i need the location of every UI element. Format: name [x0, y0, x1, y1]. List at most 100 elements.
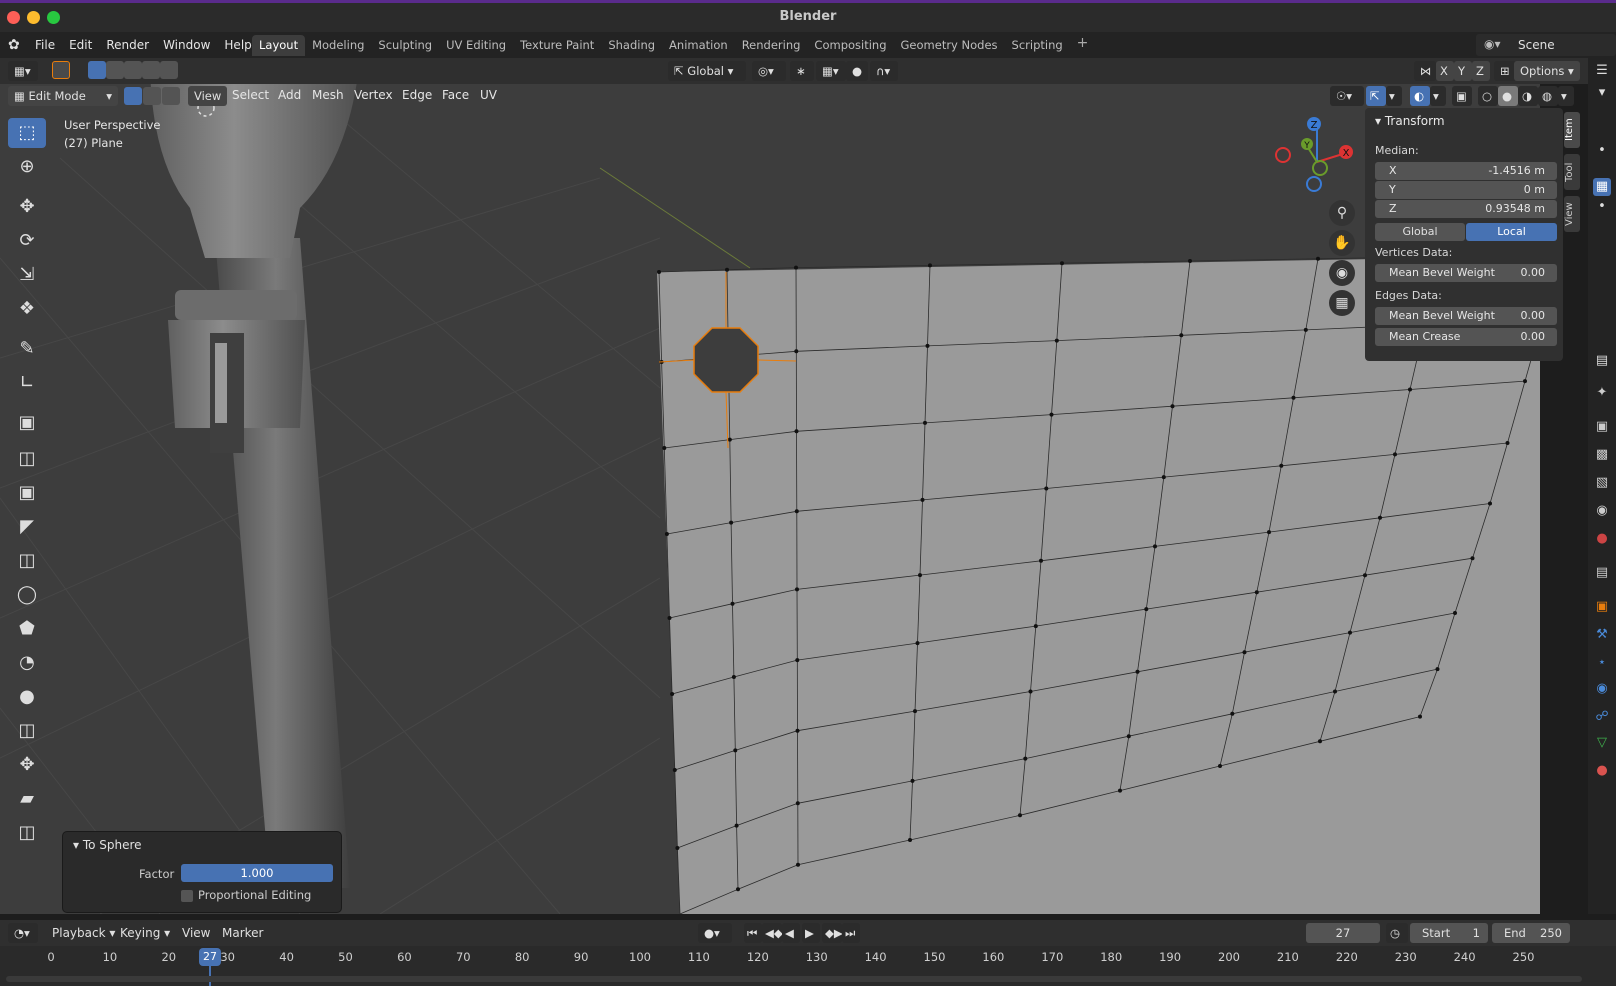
- object-properties-icon[interactable]: ▣: [1593, 598, 1611, 616]
- tab-scripting[interactable]: Scripting: [1005, 35, 1070, 56]
- solid-shading-icon[interactable]: ●: [1498, 86, 1518, 106]
- view-layer-properties-icon[interactable]: ▧: [1593, 474, 1611, 492]
- object-data-properties-icon[interactable]: ▽: [1593, 734, 1611, 752]
- mesh-vertex[interactable]: [794, 429, 799, 434]
- global-toggle[interactable]: Global: [1375, 223, 1465, 241]
- render-properties-icon[interactable]: ▣: [1593, 418, 1611, 436]
- tab-sculpting[interactable]: Sculpting: [371, 35, 439, 56]
- overlay-dropdown[interactable]: ▾: [1430, 86, 1446, 106]
- mesh-vertex[interactable]: [1408, 387, 1412, 392]
- material-shading-icon[interactable]: ◑: [1518, 86, 1538, 106]
- world-properties-icon[interactable]: ●: [1593, 530, 1611, 548]
- mesh-vertex[interactable]: [657, 270, 661, 274]
- material-properties-icon[interactable]: ●: [1593, 762, 1611, 780]
- gizmo-toggle-icon[interactable]: ⇱: [1366, 86, 1386, 106]
- operator-title[interactable]: ▾ To Sphere: [73, 838, 142, 852]
- mode-dropdown[interactable]: ▦ Edit Mode ▾: [8, 86, 118, 106]
- mesh-vertex[interactable]: [729, 520, 734, 525]
- mesh-data-icon[interactable]: ▦: [1593, 178, 1611, 196]
- menu-edit[interactable]: Edit: [62, 38, 99, 52]
- timeline-scrollbar[interactable]: [6, 976, 1582, 982]
- transform-tool-icon[interactable]: ❖: [8, 294, 46, 324]
- mesh-vertex[interactable]: [1060, 261, 1064, 266]
- start-frame-field[interactable]: Start 1: [1410, 923, 1488, 943]
- vertex-menu[interactable]: Vertex: [354, 88, 393, 102]
- mesh-vertex[interactable]: [795, 658, 800, 663]
- mesh-vertex[interactable]: [730, 601, 735, 606]
- mesh-vertex[interactable]: [1453, 611, 1457, 615]
- visibility-dropdown[interactable]: ☉▾: [1330, 86, 1364, 106]
- tool-properties-icon[interactable]: ✦: [1593, 384, 1611, 402]
- mesh-vertex[interactable]: [796, 862, 800, 867]
- tab-shading[interactable]: Shading: [601, 35, 662, 56]
- mesh-vertex[interactable]: [1470, 556, 1475, 561]
- mesh-vertex[interactable]: [1188, 259, 1192, 263]
- options-dropdown[interactable]: Options ▾: [1514, 61, 1580, 81]
- tab-tool[interactable]: Tool: [1564, 154, 1580, 190]
- select-mode-invert-icon[interactable]: [142, 61, 160, 79]
- mesh-vertex[interactable]: [1028, 689, 1033, 694]
- jump-end-icon[interactable]: ⏭: [842, 923, 860, 943]
- tab-view[interactable]: View: [1564, 196, 1580, 232]
- preview-range-icon[interactable]: ◷: [1386, 923, 1408, 943]
- timeline-editor-type-dropdown[interactable]: ◔▾: [8, 923, 38, 943]
- tab-texture-paint[interactable]: Texture Paint: [513, 35, 601, 56]
- mesh-vertex[interactable]: [731, 675, 736, 679]
- select-mode-intersect-icon[interactable]: [160, 61, 178, 79]
- menu-render[interactable]: Render: [99, 38, 156, 52]
- tab-animation[interactable]: Animation: [662, 35, 735, 56]
- loop-cut-tool-icon[interactable]: ◫: [8, 546, 46, 576]
- auto-merge-icon[interactable]: ⊞: [1494, 61, 1516, 81]
- gizmo-dropdown[interactable]: ▾: [1386, 86, 1402, 106]
- wireframe-shading-icon[interactable]: ○: [1478, 86, 1498, 106]
- mesh-vertex[interactable]: [1316, 256, 1320, 261]
- mesh-vertex[interactable]: [662, 446, 667, 450]
- mesh-menu[interactable]: Mesh: [312, 88, 344, 102]
- mesh-vertex[interactable]: [1218, 764, 1222, 768]
- mesh-vertex[interactable]: [727, 437, 732, 442]
- mesh-vertex[interactable]: [1144, 607, 1149, 612]
- mesh-vertex[interactable]: [672, 768, 677, 772]
- mesh-vertex[interactable]: [795, 801, 800, 806]
- mesh-vertex[interactable]: [733, 748, 738, 753]
- menu-file[interactable]: File: [28, 38, 62, 52]
- mesh-vertex[interactable]: [1242, 650, 1247, 655]
- edge-mean-crease-field[interactable]: Mean Crease 0.00: [1375, 328, 1557, 346]
- mesh-vertex[interactable]: [736, 887, 740, 892]
- poly-build-tool-icon[interactable]: ⬟: [8, 614, 46, 644]
- move-tool-icon[interactable]: ✥: [8, 192, 46, 222]
- physics-properties-icon[interactable]: ◉: [1593, 680, 1611, 698]
- mesh-vertex[interactable]: [1153, 544, 1157, 549]
- transform-header[interactable]: ▾ Transform: [1375, 114, 1445, 128]
- mesh-vertex[interactable]: [1303, 327, 1308, 332]
- mesh-vertex[interactable]: [1523, 379, 1527, 384]
- mesh-vertex[interactable]: [913, 709, 917, 714]
- mesh-vertex[interactable]: [1023, 756, 1028, 761]
- mesh-vertex[interactable]: [928, 263, 932, 268]
- mesh-vertex[interactable]: [794, 349, 799, 354]
- mesh-vertex[interactable]: [1230, 711, 1235, 716]
- local-toggle[interactable]: Local: [1466, 223, 1557, 241]
- mesh-vertex[interactable]: [794, 265, 798, 270]
- edge-slide-tool-icon[interactable]: ◫: [8, 716, 46, 746]
- mesh-vertex[interactable]: [1179, 333, 1184, 338]
- mesh-vertex[interactable]: [925, 343, 930, 348]
- mesh-vertex[interactable]: [1118, 788, 1122, 793]
- bevel-tool-icon[interactable]: ◤: [8, 512, 46, 542]
- keying-menu[interactable]: Keying ▾: [120, 926, 170, 940]
- playback-menu[interactable]: Playback ▾: [52, 926, 115, 940]
- select-mode-extend-icon[interactable]: [106, 61, 124, 79]
- select-box-tool-icon[interactable]: ⬚: [8, 118, 46, 148]
- collection-properties-icon[interactable]: ▤: [1593, 564, 1611, 582]
- scale-tool-icon[interactable]: ⇲: [8, 260, 46, 290]
- pivot-point-dropdown[interactable]: ◎▾: [752, 61, 786, 81]
- mesh-vertex[interactable]: [1267, 530, 1271, 535]
- mesh-vertex[interactable]: [1505, 441, 1510, 445]
- mirror-options-icon[interactable]: ⋈: [1414, 61, 1436, 81]
- mesh-vertex[interactable]: [915, 641, 920, 646]
- select-menu[interactable]: Select: [232, 88, 269, 102]
- current-frame-field[interactable]: 27: [1306, 923, 1380, 943]
- smooth-tool-icon[interactable]: ●: [8, 682, 46, 712]
- mesh-vertex[interactable]: [1393, 452, 1397, 457]
- shading-dropdown[interactable]: ▾: [1558, 86, 1574, 106]
